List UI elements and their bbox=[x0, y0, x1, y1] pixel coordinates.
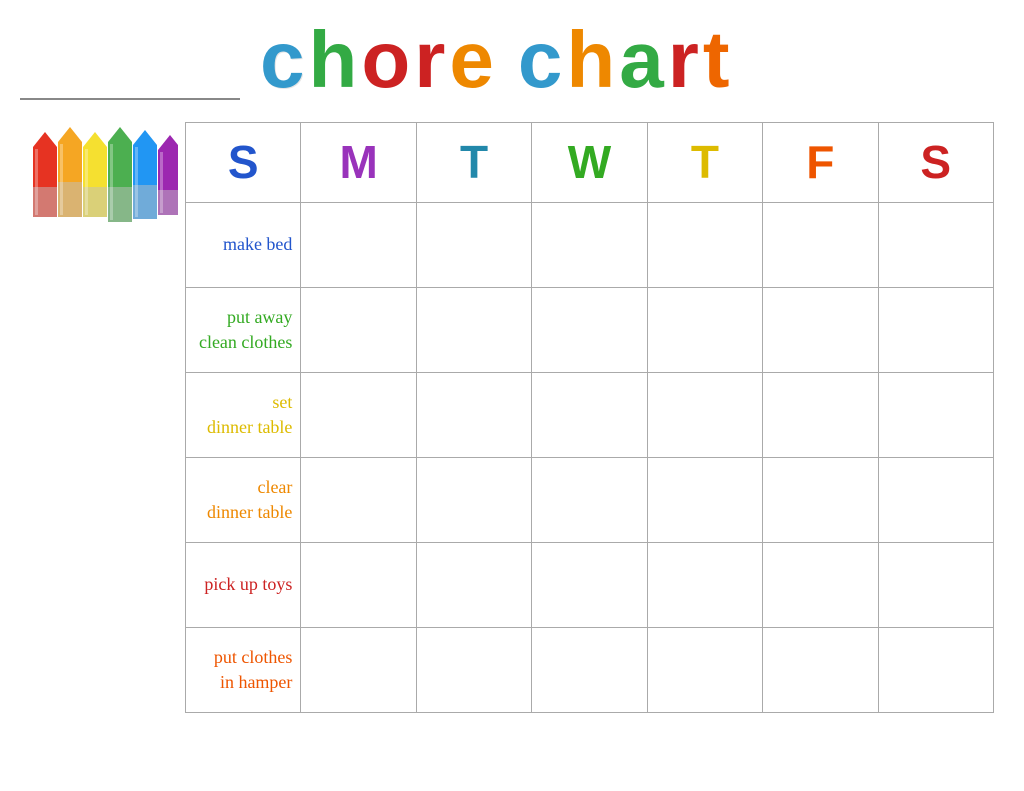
day-header-row: S M T W T F S bbox=[186, 123, 994, 203]
chore-label-put-clothes: put clothesin hamper bbox=[186, 628, 301, 713]
chore-cell[interactable] bbox=[763, 203, 878, 288]
chore-cell[interactable] bbox=[763, 543, 878, 628]
chore-cell[interactable] bbox=[532, 628, 647, 713]
chore-cell[interactable] bbox=[647, 373, 762, 458]
chore-cell[interactable] bbox=[763, 288, 878, 373]
chore-cell[interactable] bbox=[647, 203, 762, 288]
chore-cell[interactable] bbox=[532, 458, 647, 543]
chore-row-set-dinner: setdinner table bbox=[186, 373, 994, 458]
chore-cell[interactable] bbox=[763, 373, 878, 458]
title-char-h2: h bbox=[566, 20, 619, 100]
chore-cell[interactable] bbox=[878, 543, 993, 628]
chore-cell[interactable] bbox=[532, 203, 647, 288]
chore-cell[interactable] bbox=[416, 203, 531, 288]
chore-cell[interactable] bbox=[301, 458, 416, 543]
chore-label-pick-up-toys: pick up toys bbox=[186, 543, 301, 628]
page: c h o r e c h a r t bbox=[0, 0, 1024, 791]
chore-cell[interactable] bbox=[878, 373, 993, 458]
chore-cell[interactable] bbox=[416, 373, 531, 458]
chore-cell[interactable] bbox=[416, 543, 531, 628]
chore-cell[interactable] bbox=[301, 288, 416, 373]
crayons-svg bbox=[28, 127, 178, 227]
crayon-illustration bbox=[28, 127, 178, 227]
day-header-M: M bbox=[301, 123, 416, 203]
chore-cell[interactable] bbox=[647, 458, 762, 543]
chore-cell[interactable] bbox=[878, 628, 993, 713]
header: c h o r e c h a r t bbox=[20, 20, 994, 104]
title-space bbox=[498, 27, 518, 99]
day-header-T1: T bbox=[416, 123, 531, 203]
chore-cell[interactable] bbox=[301, 373, 416, 458]
day-header-T2: T bbox=[647, 123, 762, 203]
chore-label-clear-dinner: cleardinner table bbox=[186, 458, 301, 543]
day-header-S2: S bbox=[878, 123, 993, 203]
title-char-e1: e bbox=[449, 20, 498, 100]
chore-cell[interactable] bbox=[301, 203, 416, 288]
title-char-c2: c bbox=[518, 20, 567, 100]
crayons-area bbox=[20, 122, 185, 713]
chore-cell[interactable] bbox=[532, 373, 647, 458]
title-char-r2: r bbox=[668, 20, 703, 100]
chore-cell[interactable] bbox=[878, 458, 993, 543]
title-char-o1: o bbox=[361, 20, 414, 100]
title-char-h1: h bbox=[309, 20, 362, 100]
chore-cell[interactable] bbox=[647, 288, 762, 373]
chore-row-put-clothes: put clothesin hamper bbox=[186, 628, 994, 713]
chore-label-put-away: put awayclean clothes bbox=[186, 288, 301, 373]
chore-cell[interactable] bbox=[763, 458, 878, 543]
chore-cell[interactable] bbox=[532, 543, 647, 628]
day-header-S1: S bbox=[186, 123, 301, 203]
chore-cell[interactable] bbox=[763, 628, 878, 713]
chore-cell[interactable] bbox=[416, 628, 531, 713]
title-char-a1: a bbox=[619, 20, 668, 100]
chore-cell[interactable] bbox=[647, 628, 762, 713]
main-content: S M T W T F S make bed bbox=[20, 122, 994, 713]
chore-row-make-bed: make bed bbox=[186, 203, 994, 288]
chore-label-make-bed: make bed bbox=[186, 203, 301, 288]
day-header-F: F bbox=[763, 123, 878, 203]
chore-row-clear-dinner: cleardinner table bbox=[186, 458, 994, 543]
title-char-t1: t bbox=[703, 20, 734, 100]
chore-cell[interactable] bbox=[878, 203, 993, 288]
chore-cell[interactable] bbox=[301, 543, 416, 628]
title-char-r1: r bbox=[414, 20, 449, 100]
chore-cell[interactable] bbox=[532, 288, 647, 373]
title: c h o r e c h a r t bbox=[260, 20, 734, 100]
name-line[interactable] bbox=[20, 70, 240, 100]
chore-row-put-away: put awayclean clothes bbox=[186, 288, 994, 373]
chore-cell[interactable] bbox=[301, 628, 416, 713]
title-char-c1: c bbox=[260, 20, 309, 100]
chore-table: S M T W T F S make bed bbox=[185, 122, 994, 713]
chore-cell[interactable] bbox=[416, 288, 531, 373]
chore-cell[interactable] bbox=[878, 288, 993, 373]
chore-row-pick-up-toys: pick up toys bbox=[186, 543, 994, 628]
day-header-W: W bbox=[532, 123, 647, 203]
chore-label-set-dinner: setdinner table bbox=[186, 373, 301, 458]
chore-cell[interactable] bbox=[647, 543, 762, 628]
chore-cell[interactable] bbox=[416, 458, 531, 543]
